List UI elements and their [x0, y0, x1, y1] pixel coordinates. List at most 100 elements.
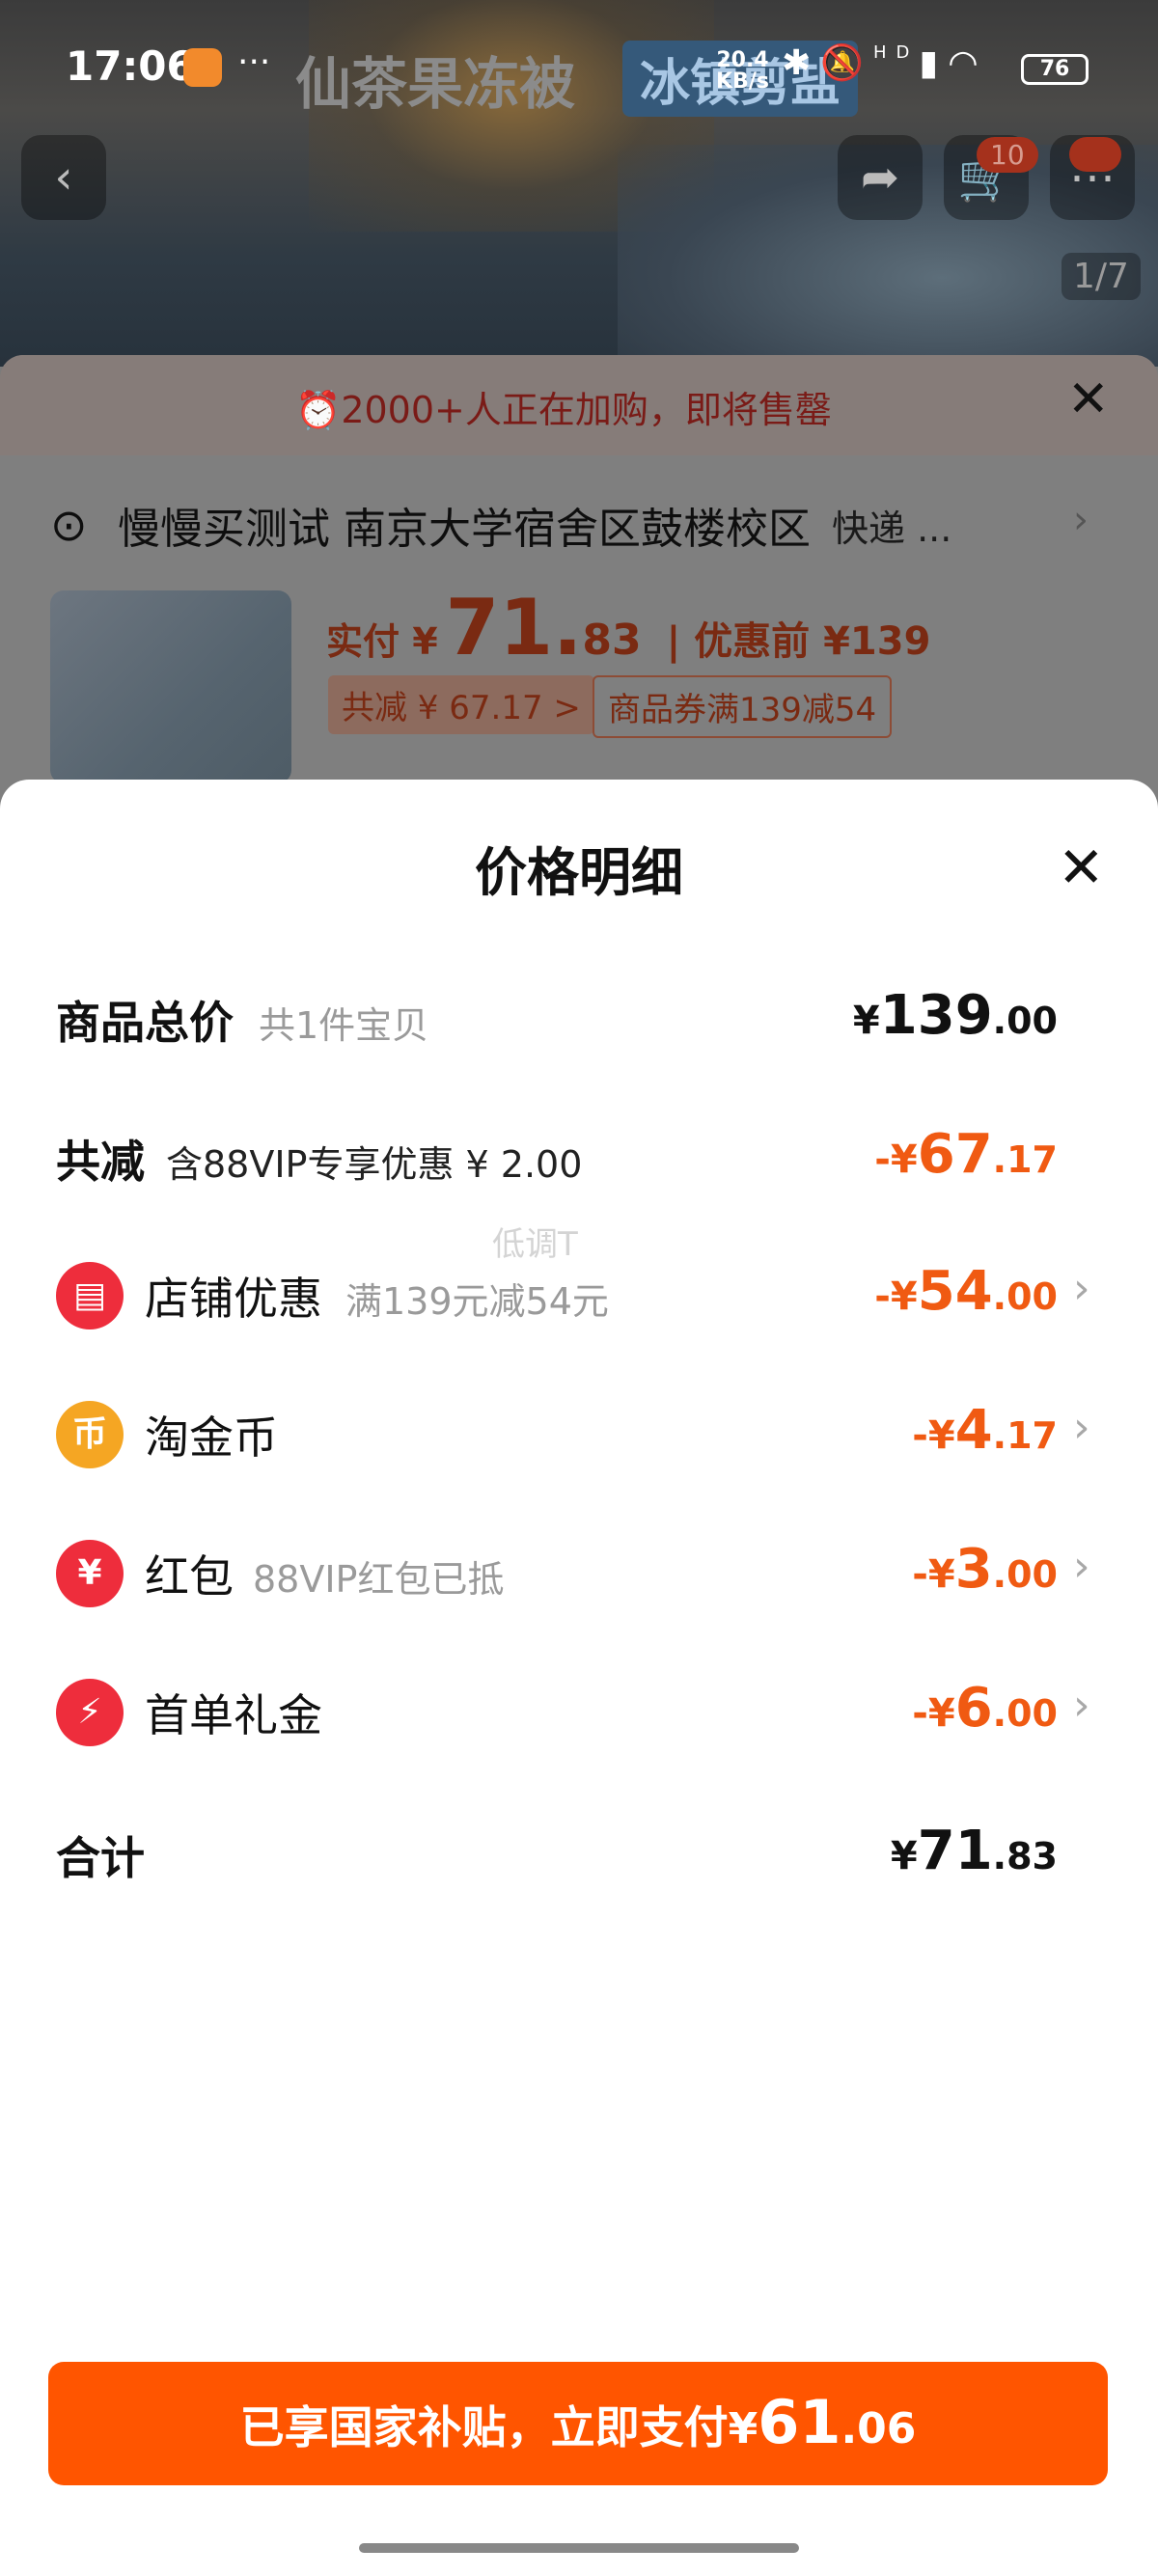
amount-currency: ¥	[852, 999, 880, 1043]
image-page-indicator: 1/7	[1062, 253, 1141, 300]
pay-button-dec: .06	[841, 2404, 917, 2453]
location-pin-icon: ⊙	[50, 499, 88, 551]
chevron-right-icon: ›	[1073, 498, 1089, 542]
lightning-icon: ⚡	[56, 1679, 124, 1746]
row-label: 商品总价	[56, 997, 234, 1049]
amount-dec: .00	[992, 1553, 1058, 1596]
price-line: 实付 ¥ 71. 83 | 优惠前 ¥139	[326, 583, 930, 672]
signal-label: HD	[873, 42, 920, 63]
total-price-row: 商品总价 共1件宝贝 ¥139.00	[0, 984, 1158, 1084]
amount-int: 4	[954, 1399, 993, 1462]
home-indicator[interactable]	[359, 2543, 799, 2553]
pay-button-int: 61	[758, 2387, 841, 2457]
row-sub: 共1件宝贝	[259, 1004, 429, 1047]
gold-coin-icon: 币	[56, 1401, 124, 1468]
row-sub: 88VIP红包已抵	[253, 1558, 505, 1601]
first-order-gift-row[interactable]: ⚡ 首单礼金 -¥ 6.00 ›	[0, 1677, 1158, 1777]
row-label: 共减	[56, 1136, 145, 1188]
row-label: 合计	[56, 1832, 145, 1884]
row-amount: -¥ 67.17	[874, 1123, 1058, 1186]
row-sub: 含88VIP专享优惠 ¥ 2.00	[166, 1143, 583, 1186]
row-amount: -¥ 54.00	[874, 1260, 1058, 1323]
back-button[interactable]: ‹	[21, 135, 106, 220]
app-notification-icon	[183, 48, 222, 87]
address-row[interactable]: ⊙ 慢慢买测试 南京大学宿舍区鼓楼校区 快递 ...	[50, 494, 951, 556]
amount-dec: .17	[992, 1414, 1058, 1457]
wifi-icon: ◠	[948, 43, 988, 83]
amount-int: 67	[917, 1123, 993, 1186]
pay-button-currency: ¥	[728, 2404, 758, 2453]
store-discount-row[interactable]: ▤ 店铺优惠 满139元减54元 -¥ 54.00 ›	[0, 1260, 1158, 1360]
coupon-chip: 商品券满139减54	[593, 675, 893, 738]
taojinbi-row[interactable]: 币 淘金币 -¥ 4.17 ›	[0, 1399, 1158, 1499]
sum-row: 合计 ¥71.83	[0, 1820, 1158, 1920]
amount-int: 139	[879, 984, 993, 1047]
battery-icon: 76	[1021, 54, 1089, 85]
network-speed: 20.4 KB/s	[716, 50, 769, 93]
share-button[interactable]: ➦	[838, 135, 923, 220]
bluetooth-icon: ✱	[782, 43, 821, 83]
amount-int: 3	[954, 1538, 993, 1601]
promo-banner-text: ⏰2000+人正在加购，即将售罄	[295, 380, 832, 433]
row-sub: 满139元减54元	[345, 1280, 609, 1323]
row-amount: -¥ 4.17	[912, 1399, 1058, 1462]
status-icons: ✱🔕HD▮◠	[782, 42, 988, 83]
amount-currency: -¥	[912, 1691, 955, 1736]
amount-int: 6	[954, 1677, 993, 1740]
pay-button-text: 已享国家补贴，立即支付	[239, 2401, 729, 2453]
amount-currency: -¥	[912, 1413, 955, 1458]
amount-currency: -¥	[874, 1137, 918, 1182]
network-speed-unit: KB/s	[716, 69, 769, 94]
chevron-right-icon: ›	[1073, 1542, 1090, 1591]
chevron-right-icon: ›	[1073, 1403, 1090, 1452]
amount-currency: -¥	[912, 1552, 955, 1597]
network-speed-value: 20.4	[716, 48, 769, 72]
cart-count-badge: 10	[977, 137, 1038, 173]
price-dec: 83	[582, 616, 642, 665]
amount-int: 54	[917, 1260, 993, 1323]
promo-close-button[interactable]: ✕	[1067, 374, 1110, 425]
amount-dec: .83	[992, 1835, 1058, 1877]
chevron-right-icon: ›	[1073, 1681, 1090, 1730]
price-before: | 优惠前 ¥139	[666, 619, 931, 664]
row-label: 首单礼金	[145, 1689, 322, 1741]
watermark: 低调T	[492, 1225, 578, 1264]
product-thumbnail	[50, 590, 291, 783]
total-saving-chip[interactable]: 共减 ¥ 67.17 >	[328, 675, 594, 734]
promo-banner-label: 2000+人正在加购，即将售罄	[341, 389, 832, 431]
status-time: 17:06	[66, 42, 195, 90]
amount-dec: .17	[992, 1138, 1058, 1181]
shipping-method: 快递 ...	[832, 507, 952, 550]
row-amount: -¥ 6.00	[912, 1677, 1058, 1740]
row-amount: ¥139.00	[853, 984, 1058, 1047]
total-discount-row: 共减 含88VIP专享优惠 ¥ 2.00 -¥ 67.17	[0, 1123, 1158, 1223]
product-title-overlay: 仙茶果冻被	[295, 51, 576, 117]
status-bar: 17:06 ··· 仙茶果冻被 冰镇剪盐 20.4 KB/s ✱🔕HD▮◠ 76	[0, 0, 1158, 135]
amount-dec: .00	[992, 1692, 1058, 1735]
chevron-right-icon: ›	[1073, 1264, 1090, 1313]
alarm-icon: ⏰	[295, 389, 342, 431]
pay-now-button[interactable]: 已享国家补贴，立即支付 ¥ 61 .06	[48, 2362, 1108, 2485]
signal-icon: ▮	[919, 43, 949, 83]
price-int: 71.	[445, 583, 583, 672]
store-icon: ▤	[56, 1262, 124, 1329]
red-packet-row[interactable]: ¥ 红包 88VIP红包已抵 -¥ 3.00 ›	[0, 1538, 1158, 1638]
amount-int: 71	[917, 1820, 993, 1882]
row-label: 淘金币	[145, 1411, 278, 1464]
amount-currency: ¥	[890, 1834, 918, 1878]
amount-dec: .00	[992, 1000, 1058, 1042]
amount-currency: -¥	[874, 1274, 918, 1319]
price-label: 实付 ¥	[326, 620, 438, 663]
row-amount: -¥ 3.00	[912, 1538, 1058, 1601]
more-badge	[1069, 137, 1121, 172]
sheet-title: 价格明细	[475, 842, 683, 903]
status-overflow: ···	[237, 42, 271, 82]
row-amount: ¥71.83	[891, 1820, 1058, 1882]
red-packet-icon: ¥	[56, 1540, 124, 1607]
row-label: 店铺优惠	[145, 1273, 322, 1325]
address-text: 慢慢买测试 南京大学宿舍区鼓楼校区	[118, 505, 811, 554]
amount-dec: .00	[992, 1275, 1058, 1318]
mute-icon: 🔕	[820, 43, 873, 83]
sheet-close-button[interactable]: ✕	[1058, 839, 1105, 895]
row-label: 红包	[145, 1550, 234, 1603]
